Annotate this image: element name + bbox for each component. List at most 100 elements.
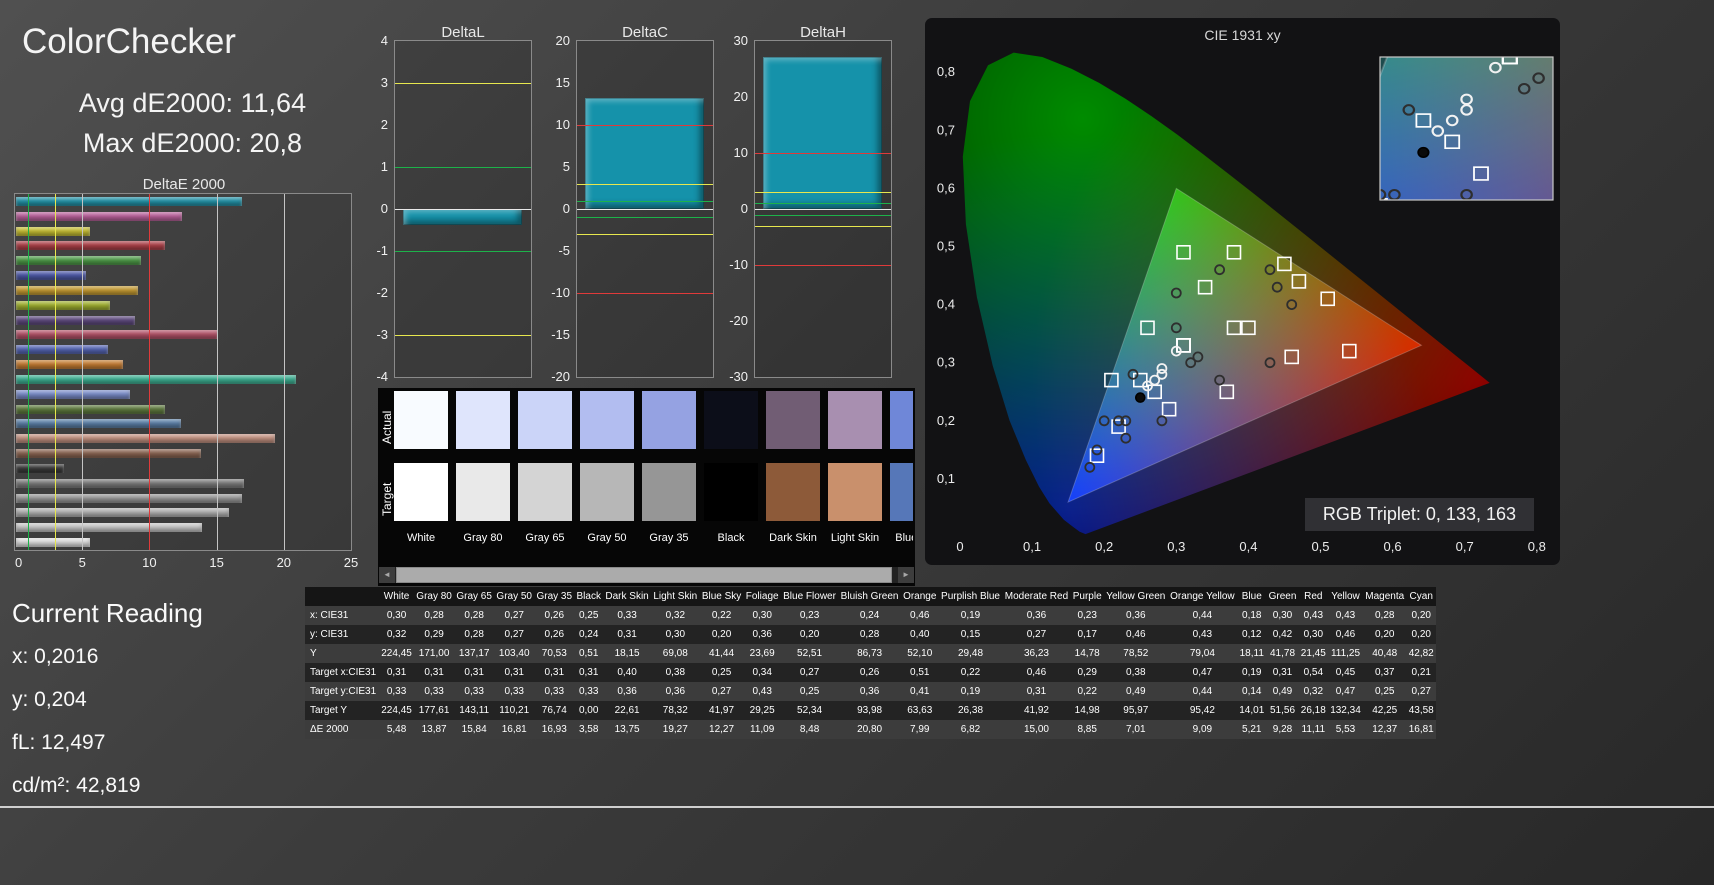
deltae-bar-yellow [16,226,91,236]
page-title: ColorChecker [22,22,236,61]
table-row: Target x:CIE31 0,31 0,31 0,31 0,31 0,31 0,31 0,… [305,663,1436,682]
swatch-strip: White Gray 80 Gray 65 Gray 50 Gray 35 Black Da… [394,391,913,544]
deltaC-ref-line [577,125,713,126]
deltae-bar-magenta [16,211,183,221]
swatch-scrollbar[interactable]: ◄ ► [379,567,914,583]
swatch-name: White [406,532,436,544]
table-row: x: CIE31 0,30 0,28 0,28 0,27 0,26 0,25 0,33 0,32… [305,606,1436,625]
target-row-label: Target [380,482,394,516]
results-table: White Gray 80 Gray 65 Gray 50 Gray 35 Black Da… [305,587,1436,739]
bottom-divider [0,806,1714,808]
deltaC-zero-line [577,209,713,210]
swatch-name: Gray 50 [587,532,627,544]
swatch-target [642,463,696,521]
reading-cdm2: cd/m²: 42,819 [12,774,141,797]
swatch-actual [394,391,448,449]
swatch-panel: Actual Target White Gray 80 Gray 65 Gray 50… [378,388,915,586]
table-row: Y 224,45 171,00 137,17 103,40 70,53 0,51 18,15 6… [305,644,1436,663]
swatch-column-white: White [394,391,448,544]
scroll-right-button[interactable]: ► [898,567,914,583]
deltaL-ref-line [395,167,531,168]
swatch-column-gray-65: Gray 65 [518,391,572,544]
deltae-bar-purplish-blue [16,345,108,355]
colorchecker-app: ColorChecker Avg dE2000: 11,64 Max dE200… [0,0,1714,885]
svg-text:0,1: 0,1 [1023,539,1041,554]
svg-text:0,7: 0,7 [937,122,955,137]
deltaL-ref-line [395,251,531,252]
current-reading-panel: Current Reading x: 0,2016 y: 0,204 fL: 1… [12,598,332,817]
svg-text:0,7: 0,7 [1456,539,1474,554]
swatch-name: Gray 80 [463,532,503,544]
deltaH-bar [763,57,882,209]
table-row: y: CIE31 0,32 0,29 0,28 0,27 0,26 0,24 0,31 0,30… [305,625,1436,644]
deltaH-ref-line [755,214,891,216]
svg-text:0,8: 0,8 [1528,539,1546,554]
deltaH-plot [754,40,892,378]
delta-e-2000-chart: DeltaE 2000 0 5 10 15 20 25 [14,176,358,580]
deltaC-ref-line [577,293,713,294]
deltae-bar-orange [16,360,124,370]
swatch-column-black: Black [704,391,758,544]
deltae-plot [14,193,352,551]
scrollbar-thumb[interactable] [396,567,892,583]
deltaC-ref-line [577,183,713,185]
deltae-gridline [82,194,84,550]
deltae-bar-green [16,256,141,266]
swatch-actual [456,391,510,449]
swatch-target [766,463,820,521]
reading-x: x: 0,2016 [12,645,99,668]
cie-svg: 0,1 0,2 0,3 0,4 0,5 0,6 0,7 0,8 0 0,1 0,2 0,3 0,4 0,5… [937,52,1554,554]
deltaH-ref-line [755,153,891,154]
deltae-bar-gray-65 [16,508,229,518]
delta-e-chart-title: DeltaE 2000 [142,176,226,193]
swatch-actual [642,391,696,449]
deltae-bar-moderate-red [16,330,218,340]
deltaH-ref-line [755,265,891,266]
actual-row-label: Actual [380,410,394,444]
deltae-bar-purple [16,315,135,325]
swatch-actual [518,391,572,449]
delta-c-title: DeltaC [622,24,668,41]
delta-h-chart: DeltaH 30 20 10 0 -10 -20 -30 [720,24,894,400]
deltaC-bar [585,98,704,209]
swatch-name: Gray 65 [525,532,565,544]
swatch-name: Blue Sky [895,532,913,544]
swatch-target [456,463,510,521]
swatch-actual [704,391,758,449]
cie-title: CIE 1931 xy [1204,27,1281,43]
deltaL-ref-line [395,335,531,336]
svg-text:0,4: 0,4 [937,297,955,312]
reading-y: y: 0,204 [12,688,87,711]
svg-text:0,2: 0,2 [1095,539,1113,554]
table-row: ΔE 2000 5,48 13,87 15,84 16,81 16,93 3,58 13,75… [305,720,1436,739]
swatch-actual [890,391,913,449]
deltae-bar-bluish-green [16,374,296,384]
delta-c-chart: DeltaC 20 15 10 5 0 -5 -10 -15 -20 [542,24,716,400]
svg-text:0,8: 0,8 [937,64,955,79]
deltaC-yaxis: 20 15 10 5 0 -5 -10 -15 -20 [551,33,570,384]
deltaH-ref-line [755,203,891,205]
svg-text:0,6: 0,6 [937,180,955,195]
swatch-column-gray-35: Gray 35 [642,391,696,544]
deltae-bar-blue-flower [16,389,130,399]
swatch-column-light-skin: Light Skin [828,391,882,544]
rgb-triplet-readout: RGB Triplet: 0, 133, 163 [1304,498,1534,531]
deltae-gridline [216,194,218,550]
swatch-name: Gray 35 [649,532,689,544]
deltaH-ref-line [755,225,891,227]
swatch-target [580,463,634,521]
deltae-bar-gray-35 [16,478,244,488]
swatch-actual [766,391,820,449]
scroll-left-button[interactable]: ◄ [379,567,395,583]
svg-text:0,6: 0,6 [1384,539,1402,554]
deltae-bar-blue-sky [16,419,181,429]
svg-text:0,2: 0,2 [937,413,955,428]
svg-text:0,1: 0,1 [937,471,955,486]
table-header-row: White Gray 80 Gray 65 Gray 50 Gray 35 Black Da… [305,587,1436,606]
table-row: Target Y 224,45 177,61 143,11 110,21 76,74 0,0… [305,701,1436,720]
deltaH-yaxis: 30 20 10 0 -10 -20 -30 [729,33,748,384]
scroll-right-icon: ► [902,570,910,579]
swatch-actual [580,391,634,449]
swatch-actual [828,391,882,449]
current-reading-title: Current Reading [12,598,203,628]
